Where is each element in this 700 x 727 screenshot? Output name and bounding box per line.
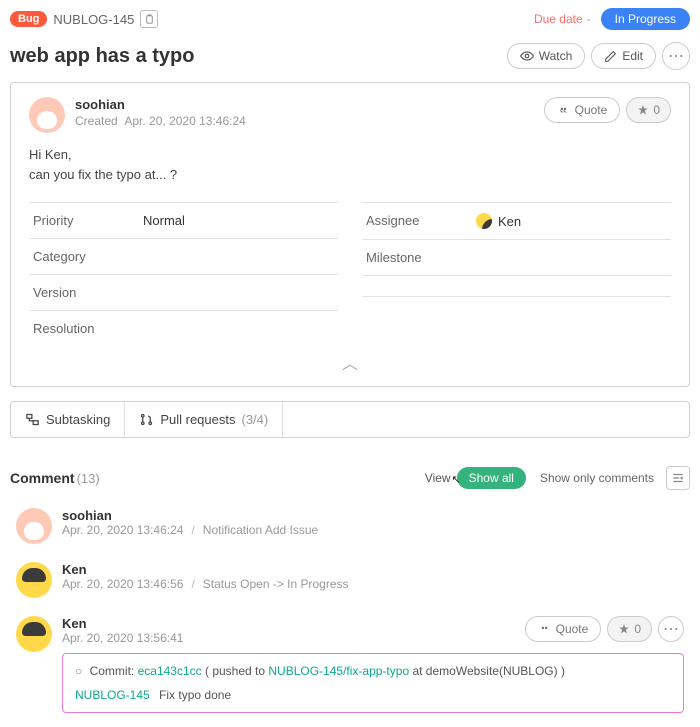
star-button[interactable]: 0 bbox=[626, 97, 671, 123]
tabs: Subtasking Pull requests (3/4) bbox=[10, 401, 690, 438]
description-body: Hi Ken, can you fix the typo at... ? bbox=[29, 145, 671, 184]
edit-label: Edit bbox=[622, 49, 643, 63]
view-toggle-icon[interactable] bbox=[666, 466, 690, 490]
collapse-toggle[interactable]: ︿ bbox=[29, 346, 671, 378]
cursor-icon: ↖ bbox=[451, 473, 460, 486]
comment-author[interactable]: Ken bbox=[62, 562, 684, 577]
commit-ref[interactable]: NUBLOG-145 bbox=[75, 688, 150, 702]
eye-icon bbox=[520, 49, 534, 63]
avatar bbox=[16, 508, 52, 544]
comment-item: soohian Apr. 20, 2020 13:46:24/Notificat… bbox=[10, 500, 690, 554]
prop-version: Version bbox=[29, 274, 338, 310]
star-icon bbox=[618, 623, 630, 635]
issue-title: web app has a typo bbox=[10, 45, 501, 68]
quote-button[interactable]: Quote bbox=[544, 97, 621, 123]
author-name[interactable]: soohian bbox=[75, 97, 538, 112]
due-date-label: Due date bbox=[534, 12, 583, 26]
created-meta: Created Apr. 20, 2020 13:46:24 bbox=[75, 114, 538, 128]
comment-meta: Apr. 20, 2020 13:46:56/Status Open -> In… bbox=[62, 577, 684, 591]
pull-request-icon bbox=[139, 412, 154, 427]
issue-header: Bug NUBLOG-145 Due date - In Progress bbox=[0, 0, 700, 38]
pencil-icon bbox=[604, 50, 617, 63]
filter-show-comments[interactable]: Show only comments bbox=[540, 471, 654, 485]
comments-count: (13) bbox=[77, 471, 100, 486]
edit-button[interactable]: Edit bbox=[591, 43, 656, 69]
comment-author[interactable]: soohian bbox=[62, 508, 684, 523]
avatar bbox=[16, 616, 52, 652]
due-date-value: - bbox=[587, 12, 591, 26]
avatar bbox=[29, 97, 65, 133]
comment-item: Ken Apr. 20, 2020 13:56:41 Quote 0 ⋯ bbox=[10, 608, 690, 727]
tab-subtasking[interactable]: Subtasking bbox=[11, 402, 125, 437]
subtask-icon bbox=[25, 412, 40, 427]
filter-show-all[interactable]: Show all bbox=[457, 467, 526, 489]
star-icon bbox=[637, 104, 649, 116]
description-card: soohian Created Apr. 20, 2020 13:46:24 Q… bbox=[10, 82, 690, 387]
clipboard-icon[interactable] bbox=[140, 10, 158, 28]
comments-header: Comment (13) View ↖ Show all Show only c… bbox=[0, 458, 700, 500]
tab-pull-requests[interactable]: Pull requests (3/4) bbox=[125, 402, 283, 437]
comment-meta: Apr. 20, 2020 13:46:24/Notification Add … bbox=[62, 523, 684, 537]
comments-title: Comment bbox=[10, 470, 75, 486]
prop-empty bbox=[362, 275, 671, 296]
prop-assignee: AssigneeKen bbox=[362, 202, 671, 239]
avatar bbox=[16, 562, 52, 598]
comment-author[interactable]: Ken bbox=[62, 616, 519, 631]
avatar bbox=[476, 213, 492, 229]
watch-label: Watch bbox=[539, 49, 573, 63]
quote-icon bbox=[538, 623, 551, 636]
title-row: web app has a typo Watch Edit ⋯ bbox=[0, 38, 700, 82]
comment-list: soohian Apr. 20, 2020 13:46:24/Notificat… bbox=[10, 500, 690, 727]
status-pill[interactable]: In Progress bbox=[601, 8, 690, 30]
view-label: View ↖ bbox=[425, 471, 451, 485]
quote-button[interactable]: Quote bbox=[525, 616, 602, 642]
more-button[interactable]: ⋯ bbox=[658, 616, 684, 642]
type-badge: Bug bbox=[10, 11, 47, 27]
comment-item: Ken Apr. 20, 2020 13:46:56/Status Open -… bbox=[10, 554, 690, 608]
commit-box: ○ Commit: eca143c1cc ( pushed to NUBLOG-… bbox=[62, 653, 684, 713]
more-button[interactable]: ⋯ bbox=[662, 42, 690, 70]
issue-key[interactable]: NUBLOG-145 bbox=[53, 12, 134, 27]
watch-button[interactable]: Watch bbox=[507, 43, 586, 69]
prop-resolution: Resolution bbox=[29, 310, 338, 346]
quote-icon bbox=[557, 104, 570, 117]
prop-empty bbox=[362, 296, 671, 317]
commit-branch[interactable]: NUBLOG-145/fix-app-typo bbox=[268, 664, 409, 678]
prop-priority: PriorityNormal bbox=[29, 202, 338, 238]
commit-hash[interactable]: eca143c1cc bbox=[138, 664, 202, 678]
comment-meta: Apr. 20, 2020 13:56:41 bbox=[62, 631, 519, 645]
prop-category: Category bbox=[29, 238, 338, 274]
star-button[interactable]: 0 bbox=[607, 616, 652, 642]
prop-milestone: Milestone bbox=[362, 239, 671, 275]
properties-grid: PriorityNormal Category Version Resoluti… bbox=[29, 202, 671, 346]
commit-message: Fix typo done bbox=[159, 688, 231, 702]
